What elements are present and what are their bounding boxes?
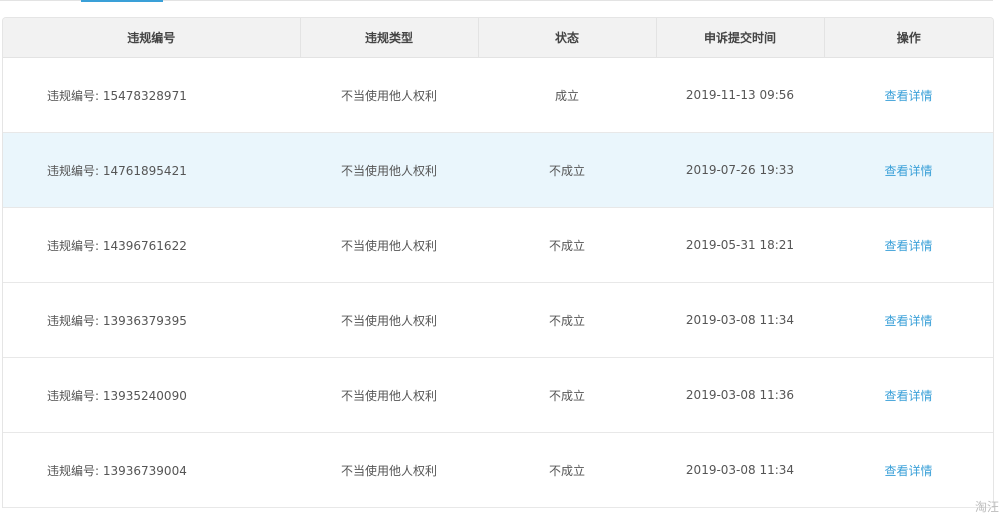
table-row: 违规编号: 15478328971 不当使用他人权利 成立 2019-11-13… — [3, 57, 993, 133]
violation-type-cell: 不当使用他人权利 — [300, 207, 478, 283]
submit-time-cell: 2019-07-26 19:33 — [656, 132, 824, 208]
header-action: 操作 — [823, 18, 993, 58]
violation-type-cell: 不当使用他人权利 — [300, 432, 478, 508]
table-row: 违规编号: 13936739004 不当使用他人权利 不成立 2019-03-0… — [3, 432, 993, 508]
table-header: 违规编号 违规类型 状态 申诉提交时间 操作 — [3, 18, 993, 58]
view-details-link[interactable]: 查看详情 — [884, 239, 932, 253]
violation-id-cell: 违规编号: 13936739004 — [3, 432, 300, 508]
action-cell: 查看详情 — [824, 432, 993, 508]
status-cell: 不成立 — [478, 207, 656, 283]
action-cell: 查看详情 — [824, 57, 993, 133]
submit-time-cell: 2019-03-08 11:36 — [656, 357, 824, 433]
table-header-row: 违规编号 违规类型 状态 申诉提交时间 操作 — [3, 18, 993, 58]
table-row: 违规编号: 14396761622 不当使用他人权利 不成立 2019-05-3… — [3, 207, 993, 283]
view-details-link[interactable]: 查看详情 — [884, 89, 932, 103]
violations-table: 违规编号 违规类型 状态 申诉提交时间 操作 违规编号: 15478328971… — [3, 18, 993, 508]
table-body: 违规编号: 15478328971 不当使用他人权利 成立 2019-11-13… — [3, 57, 993, 508]
table-row: 违规编号: 13935240090 不当使用他人权利 不成立 2019-03-0… — [3, 357, 993, 433]
action-cell: 查看详情 — [824, 282, 993, 358]
violation-type-cell: 不当使用他人权利 — [300, 357, 478, 433]
view-details-link[interactable]: 查看详情 — [884, 464, 932, 478]
header-violation-id: 违规编号 — [3, 18, 300, 58]
watermark-text: 淘汪 — [974, 500, 999, 514]
table-row: 违规编号: 13936379395 不当使用他人权利 不成立 2019-03-0… — [3, 282, 993, 358]
header-violation-type: 违规类型 — [299, 18, 478, 58]
status-cell: 不成立 — [478, 282, 656, 358]
table-row: 违规编号: 14761895421 不当使用他人权利 不成立 2019-07-2… — [3, 132, 993, 208]
violation-id-cell: 违规编号: 14761895421 — [3, 132, 300, 208]
submit-time-cell: 2019-03-08 11:34 — [656, 432, 824, 508]
action-cell: 查看详情 — [824, 207, 993, 283]
violation-type-cell: 不当使用他人权利 — [300, 282, 478, 358]
submit-time-cell: 2019-03-08 11:34 — [656, 282, 824, 358]
view-details-link[interactable]: 查看详情 — [884, 389, 932, 403]
violations-table-container: 违规编号 违规类型 状态 申诉提交时间 操作 违规编号: 15478328971… — [2, 17, 994, 508]
submit-time-cell: 2019-05-31 18:21 — [656, 207, 824, 283]
view-details-link[interactable]: 查看详情 — [884, 164, 932, 178]
status-cell: 不成立 — [478, 432, 656, 508]
header-status: 状态 — [477, 18, 656, 58]
action-cell: 查看详情 — [824, 132, 993, 208]
active-tab-indicator — [81, 0, 163, 2]
header-submit-time: 申诉提交时间 — [655, 18, 824, 58]
view-details-link[interactable]: 查看详情 — [884, 314, 932, 328]
submit-time-cell: 2019-11-13 09:56 — [656, 57, 824, 133]
action-cell: 查看详情 — [824, 357, 993, 433]
violation-id-cell: 违规编号: 13936379395 — [3, 282, 300, 358]
status-cell: 成立 — [478, 57, 656, 133]
violation-type-cell: 不当使用他人权利 — [300, 132, 478, 208]
violation-id-cell: 违规编号: 13935240090 — [3, 357, 300, 433]
appeal-records-page: 违规编号 违规类型 状态 申诉提交时间 操作 违规编号: 15478328971… — [0, 0, 1001, 515]
violation-type-cell: 不当使用他人权利 — [300, 57, 478, 133]
status-cell: 不成立 — [478, 132, 656, 208]
violation-id-cell: 违规编号: 15478328971 — [3, 57, 300, 133]
status-cell: 不成立 — [478, 357, 656, 433]
violation-id-cell: 违规编号: 14396761622 — [3, 207, 300, 283]
